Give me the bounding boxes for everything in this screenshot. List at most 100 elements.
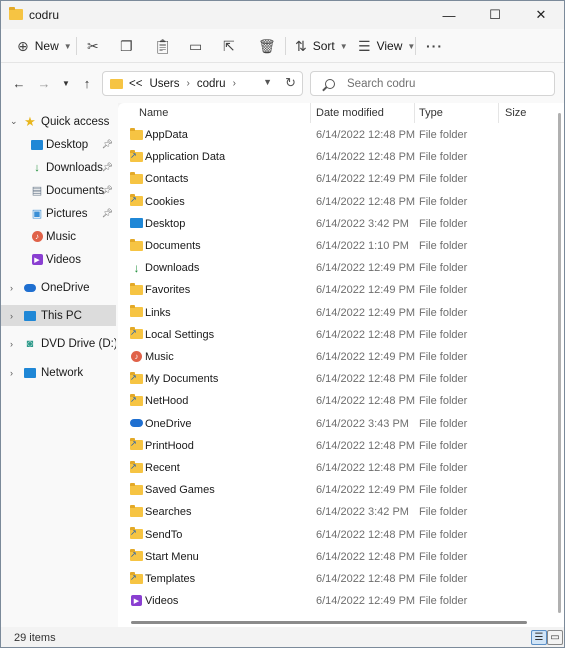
table-row[interactable]: SendTo 6/14/2022 12:48 PMFile folder bbox=[118, 524, 548, 546]
table-row[interactable]: ↓ Downloads 6/14/2022 12:49 PM File folder bbox=[118, 257, 548, 279]
folder-shortcut-icon bbox=[130, 549, 143, 562]
nav-item-videos[interactable]: ▶ Videos bbox=[1, 249, 116, 270]
file-name: Start Menu bbox=[145, 550, 199, 563]
nav-item-dvd-drive[interactable]: › ◙ DVD Drive (D:) CCCOMA_X64FRE_EN-US_D… bbox=[1, 333, 116, 354]
table-row[interactable]: Application Data 6/14/2022 12:48 PMFile f… bbox=[118, 146, 548, 168]
chevron-right-icon[interactable]: › bbox=[10, 368, 13, 378]
file-type: File folder bbox=[419, 417, 468, 430]
new-label: New bbox=[34, 39, 59, 53]
nav-item-this-pc[interactable]: › This PC bbox=[1, 305, 116, 326]
toolbar-divider bbox=[76, 37, 77, 55]
table-row[interactable]: Contacts 6/14/2022 12:49 PM File folder bbox=[118, 168, 548, 190]
table-row[interactable]: Documents 6/14/2022 1:10 PM File folder bbox=[118, 235, 548, 257]
up-button[interactable]: ↑ bbox=[77, 73, 97, 93]
chevron-right-icon[interactable]: › bbox=[233, 78, 236, 89]
paste-button[interactable]: 📋︎ bbox=[154, 34, 178, 58]
file-name: Searches bbox=[145, 506, 192, 519]
column-header-type[interactable]: Type bbox=[419, 103, 443, 123]
table-row[interactable]: Desktop 6/14/2022 3:42 PM File folder bbox=[118, 213, 548, 235]
table-row[interactable]: NetHood 6/14/2022 12:48 PMFile folder bbox=[118, 390, 548, 412]
file-name: AppData bbox=[145, 129, 188, 141]
table-row[interactable]: ♪ Music 6/14/2022 12:49 PM File folder bbox=[118, 346, 548, 368]
share-button[interactable]: ⇱ bbox=[223, 34, 241, 58]
search-box[interactable]: Search codru bbox=[310, 71, 555, 96]
new-button[interactable]: ⊕ New ▼ bbox=[17, 34, 72, 58]
table-row[interactable]: Cookies 6/14/2022 12:48 PMFile folder bbox=[118, 191, 548, 213]
column-header-date[interactable]: Date modified bbox=[316, 103, 384, 123]
sort-button[interactable]: ⇅ Sort ▼ bbox=[295, 34, 348, 58]
nav-item-pictures[interactable]: ▣ Pictures 📌︎ bbox=[1, 203, 116, 224]
table-row[interactable]: Favorites 6/14/2022 12:49 PM File folder bbox=[118, 279, 548, 301]
table-row[interactable]: Saved Games 6/14/2022 12:49 PM File folder bbox=[118, 479, 548, 501]
nav-item-documents[interactable]: ▤ Documents 📌︎ bbox=[1, 180, 116, 201]
nav-item-desktop[interactable]: Desktop 📌︎ bbox=[1, 134, 116, 155]
chevron-down-icon: ▼ bbox=[62, 78, 70, 88]
chevron-right-icon[interactable]: › bbox=[10, 311, 13, 321]
nav-item-onedrive[interactable]: › OneDrive bbox=[1, 277, 116, 298]
file-date: 6/14/2022 12:48 PM bbox=[316, 439, 416, 452]
more-options-button[interactable]: ··· bbox=[426, 34, 449, 58]
refresh-icon[interactable]: ↻ bbox=[285, 75, 296, 91]
file-type: File folder bbox=[419, 462, 468, 474]
folder-shortcut-icon bbox=[130, 527, 143, 540]
tiles-view-button[interactable]: ▭ bbox=[547, 630, 563, 645]
copy-button[interactable]: ❐ bbox=[120, 34, 139, 58]
breadcrumb-users[interactable]: Users bbox=[149, 78, 179, 90]
chevron-down-icon[interactable]: ▼ bbox=[263, 77, 272, 87]
column-divider[interactable] bbox=[498, 103, 499, 123]
chevron-right-icon[interactable]: › bbox=[10, 339, 13, 349]
file-type: File folder bbox=[419, 284, 468, 297]
pin-icon: 📌︎ bbox=[101, 139, 113, 149]
close-button[interactable]: ✕ bbox=[518, 1, 564, 29]
nav-item-music[interactable]: ♪ Music bbox=[1, 226, 116, 247]
paste-icon: 📋︎ bbox=[154, 37, 172, 54]
file-name: Templates bbox=[145, 573, 196, 585]
chevron-right-icon[interactable]: › bbox=[186, 78, 189, 89]
table-row[interactable]: AppData 6/14/2022 12:48 PM File folder bbox=[118, 124, 548, 146]
trash-icon: 🗑︎ bbox=[258, 37, 276, 54]
maximize-button[interactable]: ☐ bbox=[472, 1, 518, 29]
rename-button[interactable]: ▭ bbox=[189, 34, 208, 58]
table-row[interactable]: Local Settings 6/14/2022 12:48 PMFile fol… bbox=[118, 324, 548, 346]
minimize-button[interactable]: — bbox=[426, 1, 472, 29]
column-divider[interactable] bbox=[414, 103, 415, 123]
address-bar[interactable]: << Users › codru › ▼ ↻ bbox=[102, 71, 303, 96]
folder-icon bbox=[130, 504, 143, 517]
view-label: View bbox=[376, 39, 403, 53]
table-row[interactable]: PrintHood 6/14/2022 12:48 PMFile folder bbox=[118, 435, 548, 457]
table-row[interactable]: Recent 6/14/2022 12:48 PMFile folder bbox=[118, 457, 548, 479]
table-row[interactable]: OneDrive 6/14/2022 3:43 PM File folder bbox=[118, 413, 548, 435]
search-input[interactable]: Search codru bbox=[347, 78, 415, 90]
file-name: My Documents bbox=[145, 373, 219, 386]
file-date: 6/14/2022 12:48 PM bbox=[316, 462, 416, 474]
table-row[interactable]: ▶ Videos 6/14/2022 12:49 PM File folder bbox=[118, 590, 548, 612]
vertical-scrollbar[interactable] bbox=[558, 113, 561, 613]
table-row[interactable]: Searches 6/14/2022 3:42 PM File folder bbox=[118, 501, 548, 523]
table-row[interactable]: Templates 6/14/2022 12:48 PMFile folder bbox=[118, 568, 548, 590]
file-type: File folder bbox=[419, 129, 468, 141]
onedrive-icon bbox=[130, 418, 143, 429]
view-button[interactable]: ☰ View ▼ bbox=[358, 34, 415, 58]
more-icon: ··· bbox=[426, 38, 443, 54]
cut-button[interactable]: ✂ bbox=[87, 34, 105, 58]
delete-button[interactable]: 🗑︎ bbox=[258, 34, 282, 58]
back-button[interactable]: ← bbox=[9, 73, 29, 93]
nav-item-quick-access[interactable]: ⌄ ★ Quick access bbox=[1, 111, 116, 132]
column-header-size[interactable]: Size bbox=[505, 103, 526, 123]
details-view-button[interactable]: ☰ bbox=[531, 630, 547, 645]
horizontal-scrollbar[interactable] bbox=[131, 621, 527, 624]
breadcrumb-overflow[interactable]: << bbox=[129, 78, 142, 90]
table-row[interactable]: Start Menu 6/14/2022 12:48 PMFile folder bbox=[118, 546, 548, 568]
column-divider[interactable] bbox=[310, 103, 311, 123]
table-row[interactable]: My Documents 6/14/2022 12:48 PMFile folde… bbox=[118, 368, 548, 390]
file-type: File folder bbox=[419, 351, 468, 363]
column-header-name[interactable]: Name bbox=[139, 103, 168, 123]
table-row[interactable]: Links 6/14/2022 12:49 PM File folder bbox=[118, 302, 548, 324]
chevron-down-icon[interactable]: ⌄ bbox=[10, 116, 18, 127]
chevron-right-icon[interactable]: › bbox=[10, 283, 13, 293]
nav-item-downloads[interactable]: ↓ Downloads 📌︎ bbox=[1, 157, 116, 178]
recent-locations-button[interactable]: ▼ bbox=[56, 73, 76, 93]
breadcrumb-codru[interactable]: codru bbox=[197, 78, 226, 90]
forward-button[interactable]: → bbox=[34, 73, 54, 93]
nav-item-network[interactable]: › Network bbox=[1, 362, 116, 383]
